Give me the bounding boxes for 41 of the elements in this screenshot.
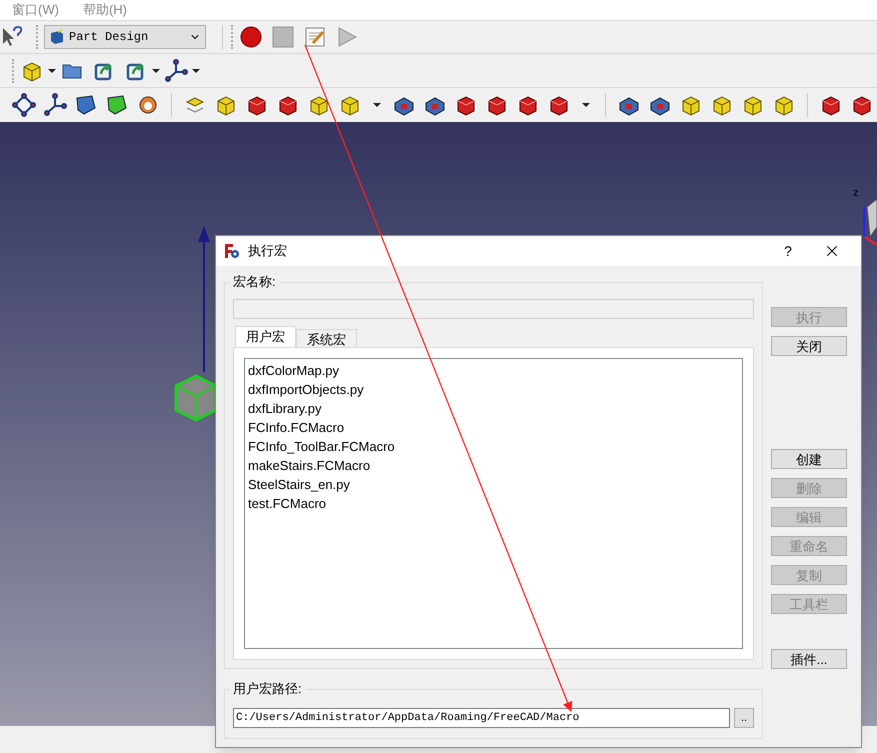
macro-item[interactable]: test.FCMacro <box>248 494 739 513</box>
workbench-icon <box>49 29 65 45</box>
axis-label: z <box>853 186 858 201</box>
axes-icon[interactable] <box>164 58 188 82</box>
caret-icon[interactable] <box>48 66 56 74</box>
polygon-icon[interactable] <box>12 93 36 117</box>
caret-icon[interactable] <box>192 66 200 74</box>
dialog-button[interactable]: 插件... <box>771 649 847 669</box>
macro-item[interactable]: FCInfo_ToolBar.FCMacro <box>248 437 739 456</box>
macro-name-field[interactable] <box>233 299 754 319</box>
macro-item[interactable]: dxfImportObjects.py <box>248 380 739 399</box>
macro-item[interactable]: dxfColorMap.py <box>248 361 739 380</box>
help-button[interactable]: ? <box>773 240 803 262</box>
menu-item[interactable]: 窗口(W) <box>8 0 63 20</box>
dialog-button[interactable]: 创建 <box>771 449 847 469</box>
tab[interactable]: 系统宏 <box>296 329 357 347</box>
axes-icon[interactable] <box>43 93 67 117</box>
path-field[interactable]: C:/Users/Administrator/AppData/Roaming/FreeCAD/Macro <box>233 708 730 728</box>
caret-icon[interactable] <box>582 101 590 109</box>
tab[interactable]: 用户宏 <box>235 326 296 347</box>
notepad-icon[interactable] <box>303 25 327 49</box>
macro-item[interactable]: SteelStairs_en.py <box>248 475 739 494</box>
whats-this-icon[interactable] <box>0 25 24 49</box>
workbench-dropdown[interactable]: Part Design <box>44 25 206 49</box>
macro-item[interactable]: FCInfo.FCMacro <box>248 418 739 437</box>
face-shape-icon[interactable] <box>105 93 129 117</box>
dialog-button[interactable]: 关闭 <box>771 336 847 356</box>
browse-button[interactable]: .. <box>734 708 754 728</box>
face-shape-icon[interactable] <box>74 93 98 117</box>
macro-item[interactable]: makeStairs.FCMacro <box>248 456 739 475</box>
app-logo-icon <box>224 243 240 259</box>
group-label: 用户宏路径: <box>229 681 306 697</box>
navigation-cube-drawing <box>862 197 877 247</box>
record-icon[interactable] <box>239 25 263 49</box>
caret-icon[interactable] <box>152 66 160 74</box>
group-label: 宏名称: <box>229 274 280 290</box>
workbench-name: Part Design <box>69 29 150 46</box>
caret-icon[interactable] <box>373 101 381 109</box>
macro-item[interactable]: dxfLibrary.py <box>248 399 739 418</box>
window-title: 执行宏 <box>248 242 288 260</box>
menu-item[interactable]: 帮助(H) <box>78 0 131 20</box>
